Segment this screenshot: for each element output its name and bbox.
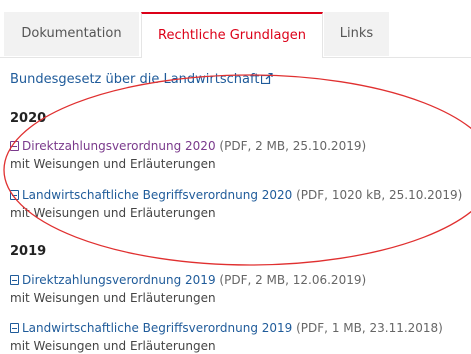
document-link[interactable]: Direktzahlungsverordnung 2019 — [10, 273, 216, 287]
document-subtitle: mit Weisungen und Erläuterungen — [10, 291, 216, 305]
tab-rechtliche-grundlagen[interactable]: Rechtliche Grundlagen — [141, 12, 323, 58]
tab-bar: Dokumentation Rechtliche Grundlagen Link… — [0, 0, 471, 58]
document-subtitle: mit Weisungen und Erläuterungen — [10, 206, 216, 220]
pdf-icon — [10, 275, 19, 285]
tab-links[interactable]: Links — [324, 12, 389, 56]
document-item: Direktzahlungsverordnung 2020 (PDF, 2 MB… — [10, 137, 366, 173]
page: Dokumentation Rechtliche Grundlagen Link… — [0, 0, 471, 354]
document-link[interactable]: Direktzahlungsverordnung 2020 — [10, 139, 216, 153]
document-meta: (PDF, 2 MB, 12.06.2019) — [219, 273, 367, 287]
document-item: Landwirtschaftliche Begriffsverordnung 2… — [10, 319, 443, 354]
year-heading-2019: 2019 — [10, 244, 47, 259]
pdf-icon — [10, 141, 19, 151]
document-meta: (PDF, 1020 kB, 25.10.2019) — [296, 188, 463, 202]
pdf-icon — [10, 323, 19, 333]
year-heading-2020: 2020 — [10, 111, 47, 126]
document-subtitle: mit Weisungen und Erläuterungen — [10, 157, 216, 171]
pdf-icon — [10, 190, 19, 200]
document-meta: (PDF, 1 MB, 23.11.2018) — [296, 321, 443, 335]
document-title: Direktzahlungsverordnung 2019 — [22, 273, 216, 287]
law-link-row: Bundesgesetz über die Landwirtschaft — [10, 72, 274, 88]
document-link[interactable]: Landwirtschaftliche Begriffsverordnung 2… — [10, 321, 292, 335]
external-link-icon — [261, 72, 274, 88]
tab-dokumentation[interactable]: Dokumentation — [4, 12, 139, 56]
document-item: Landwirtschaftliche Begriffsverordnung 2… — [10, 186, 462, 222]
document-link[interactable]: Landwirtschaftliche Begriffsverordnung 2… — [10, 188, 292, 202]
document-title: Landwirtschaftliche Begriffsverordnung 2… — [22, 321, 293, 335]
document-subtitle: mit Weisungen und Erläuterungen — [10, 339, 216, 353]
law-link[interactable]: Bundesgesetz über die Landwirtschaft — [10, 72, 259, 87]
document-title: Direktzahlungsverordnung 2020 — [22, 139, 216, 153]
document-meta: (PDF, 2 MB, 25.10.2019) — [219, 139, 367, 153]
document-item: Direktzahlungsverordnung 2019 (PDF, 2 MB… — [10, 271, 366, 307]
document-title: Landwirtschaftliche Begriffsverordnung 2… — [22, 188, 293, 202]
